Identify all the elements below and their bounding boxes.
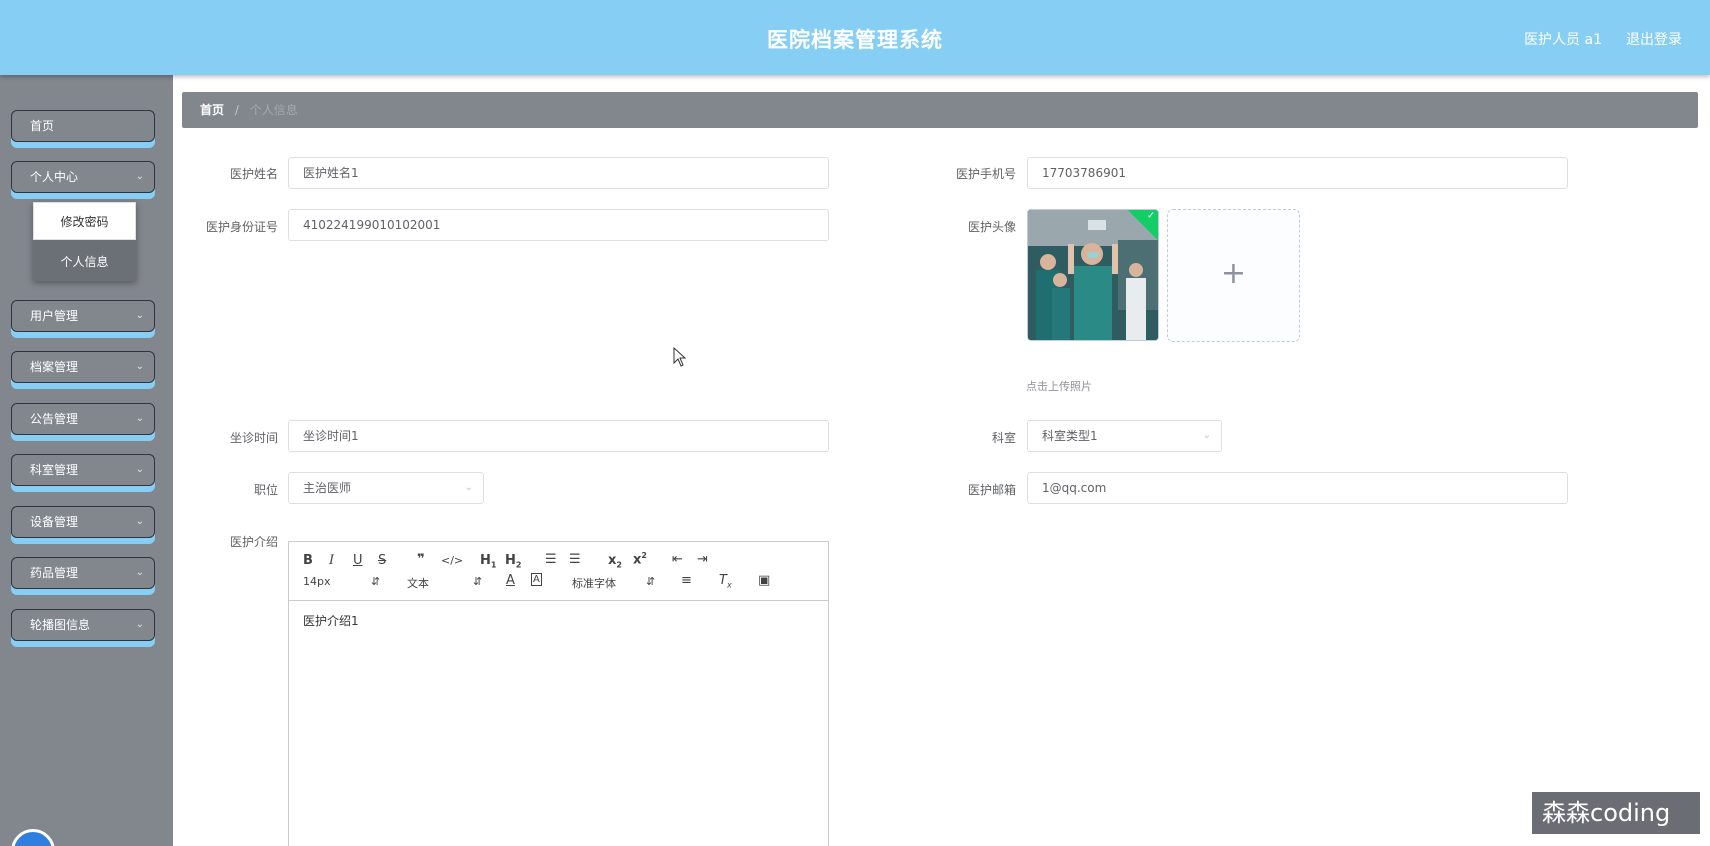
current-user-label: 医护人员 a1	[1524, 32, 1602, 48]
schedule-input[interactable]: 坐诊时间1	[288, 420, 829, 452]
clear-format-icon[interactable]: Tx	[719, 573, 732, 590]
size-select[interactable]: 14px	[303, 575, 331, 588]
background-color-icon[interactable]: A	[531, 573, 542, 586]
sidebar-item-drug-management[interactable]: 药品管理 ⌄	[11, 557, 155, 589]
department-select-value: 科室类型1	[1042, 429, 1098, 443]
personal-center-submenu: 修改密码 个人信息	[33, 202, 136, 281]
sidebar-item-personal-center[interactable]: 个人中心 ⌄	[11, 161, 155, 193]
chevron-down-icon: ⌄	[135, 464, 144, 475]
id-card-input[interactable]: 410224199010102001	[288, 209, 829, 241]
font-select-value: 标准字体	[572, 577, 616, 590]
image-icon[interactable]: ▣	[758, 573, 770, 588]
bullet-list-icon[interactable]: ☰	[569, 552, 581, 567]
breadcrumb-home[interactable]: 首页	[200, 103, 224, 117]
sidebar-item-archive-management[interactable]: 档案管理 ⌄	[11, 351, 155, 383]
breadcrumb-separator: /	[234, 103, 239, 117]
size-select-arrow-icon: ⇵	[371, 575, 381, 588]
text-color-icon[interactable]: A	[506, 573, 515, 588]
chevron-down-icon: ⌄	[135, 413, 144, 424]
underline-icon[interactable]: U	[353, 553, 363, 568]
chevron-down-icon: ⌄	[135, 567, 144, 578]
intro-editor-content[interactable]: 医护介绍1	[303, 612, 359, 629]
email-label: 医护邮箱	[967, 483, 1016, 497]
submenu-item-personal-info[interactable]: 个人信息	[33, 243, 136, 281]
id-card-label: 医护身份证号	[205, 220, 278, 234]
outdent-icon[interactable]: ⇤	[672, 552, 683, 567]
intro-rich-text-editor[interactable]: B I U S ❞ </> H1 H2 ☰ ☰ x2 x2 ⇤ ⇥ 14px ⇵…	[288, 541, 829, 846]
top-header: 医院档案管理系统 医护人员 a1 退出登录	[0, 0, 1710, 75]
plus-icon: +	[1220, 256, 1247, 291]
watermark: 森森coding	[1532, 792, 1700, 834]
sidebar-item-notice-management[interactable]: 公告管理 ⌄	[11, 403, 155, 435]
header-select-value: 文本	[407, 577, 429, 590]
breadcrumb: 首页 / 个人信息	[182, 92, 1698, 128]
phone-label: 医护手机号	[955, 167, 1016, 181]
position-select-value: 主治医师	[303, 481, 352, 495]
sidebar-item-label: 公告管理	[30, 412, 79, 426]
department-select[interactable]: 科室类型1 ⌄	[1027, 420, 1222, 452]
avatar-photo[interactable]: ✓	[1027, 209, 1159, 341]
submenu-item-change-password[interactable]: 修改密码	[33, 202, 136, 240]
italic-icon[interactable]: I	[329, 553, 334, 568]
avatar-label: 医护头像	[967, 220, 1016, 234]
subscript-icon[interactable]: x2	[608, 553, 622, 570]
sidebar-item-label: 科室管理	[30, 463, 79, 477]
sidebar-item-user-management[interactable]: 用户管理 ⌄	[11, 300, 155, 332]
schedule-label: 坐诊时间	[229, 431, 278, 445]
heading-1-icon[interactable]: H1	[480, 553, 496, 570]
email-input[interactable]: 1@qq.com	[1027, 472, 1568, 504]
chevron-down-icon: ⌄	[135, 361, 144, 372]
editor-toolbar: B I U S ❞ </> H1 H2 ☰ ☰ x2 x2 ⇤ ⇥ 14px ⇵…	[289, 542, 828, 601]
sidebar-item-label: 设备管理	[30, 515, 79, 529]
intro-label: 医护介绍	[229, 535, 278, 549]
position-label: 职位	[253, 483, 278, 497]
sidebar-item-label: 档案管理	[30, 360, 79, 374]
sidebar-item-label: 个人中心	[30, 170, 79, 184]
chevron-down-icon: ⌄	[1202, 430, 1211, 441]
phone-input[interactable]: 17703786901	[1027, 157, 1568, 189]
heading-2-icon[interactable]: H2	[505, 553, 521, 570]
font-select[interactable]: 标准字体	[572, 575, 616, 591]
sidebar-item-label: 药品管理	[30, 566, 79, 580]
superscript-icon[interactable]: x2	[633, 551, 647, 567]
avatar-photo-image	[1028, 210, 1158, 340]
sidebar-item-department-management[interactable]: 科室管理 ⌄	[11, 454, 155, 486]
header-select[interactable]: 文本	[407, 575, 429, 591]
blockquote-icon[interactable]: ❞	[417, 552, 425, 567]
bold-icon[interactable]: B	[303, 553, 313, 568]
align-icon[interactable]: ≡	[681, 573, 692, 588]
chevron-down-icon: ⌄	[464, 482, 473, 493]
upload-photo-button[interactable]: +	[1167, 209, 1300, 342]
logout-link[interactable]: 退出登录	[1626, 29, 1682, 49]
chevron-down-icon: ⌄	[135, 516, 144, 527]
sidebar-item-equipment-management[interactable]: 设备管理 ⌄	[11, 506, 155, 538]
chevron-down-icon: ⌄	[135, 619, 144, 630]
name-label: 医护姓名	[229, 167, 278, 181]
name-input[interactable]: 医护姓名1	[288, 157, 829, 189]
chevron-down-icon: ⌄	[135, 171, 144, 182]
strikethrough-icon[interactable]: S	[378, 553, 386, 568]
breadcrumb-current: 个人信息	[249, 103, 298, 117]
ordered-list-icon[interactable]: ☰	[545, 552, 557, 567]
app-title: 医院档案管理系统	[767, 28, 943, 52]
upload-tip: 点击上传照片	[1026, 380, 1092, 393]
checkmark-icon: ✓	[1146, 210, 1156, 222]
code-block-icon[interactable]: </>	[441, 554, 463, 567]
sidebar-item-label: 轮播图信息	[30, 618, 91, 632]
department-label: 科室	[991, 431, 1016, 445]
position-select[interactable]: 主治医师 ⌄	[288, 472, 484, 504]
indent-icon[interactable]: ⇥	[697, 552, 708, 567]
sidebar-item-label: 首页	[30, 119, 55, 133]
sidebar-item-home[interactable]: 首页	[11, 110, 155, 142]
sidebar-item-carousel-info[interactable]: 轮播图信息 ⌄	[11, 609, 155, 641]
chevron-down-icon: ⌄	[135, 310, 144, 321]
sidebar-item-label: 用户管理	[30, 309, 79, 323]
header-select-arrow-icon: ⇵	[473, 575, 483, 588]
size-select-value: 14px	[303, 575, 331, 588]
mouse-cursor-icon	[673, 347, 687, 367]
font-select-arrow-icon: ⇵	[646, 575, 656, 588]
